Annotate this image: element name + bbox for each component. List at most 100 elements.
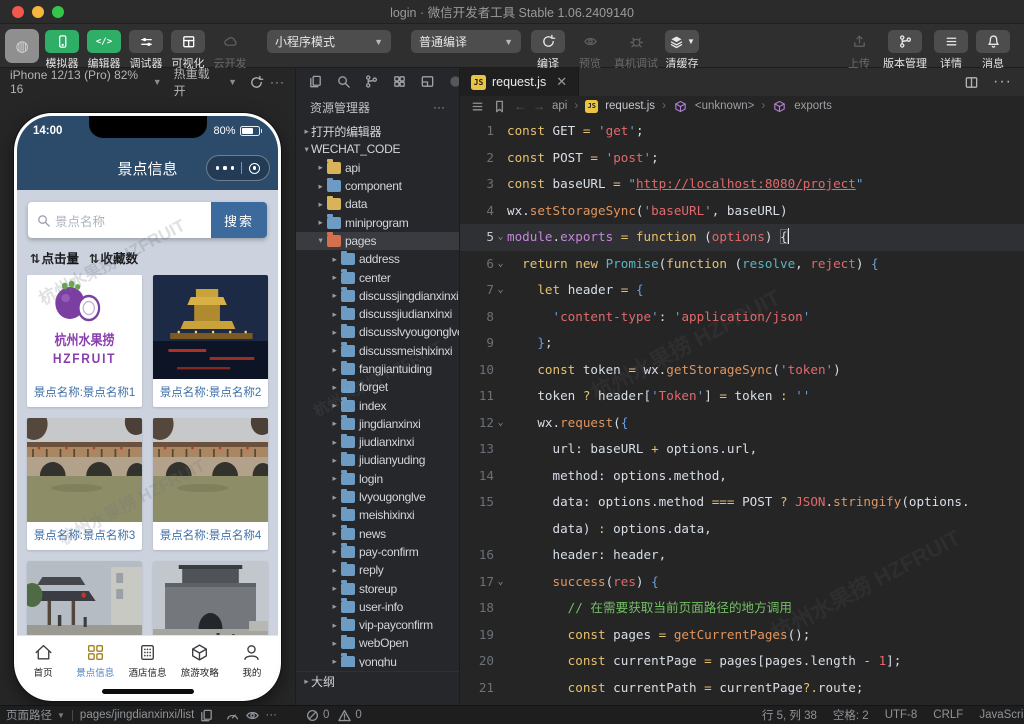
tree-item-storeup[interactable]: ▸storeup <box>296 579 459 597</box>
split-editor-button[interactable] <box>964 75 979 90</box>
toolbar-preview-button[interactable]: 预览 <box>572 30 608 71</box>
code-area[interactable]: 1 const GET = 'get'; 2 const POST = 'pos… <box>460 116 1024 705</box>
fold-chevron-icon[interactable]: ⌄ <box>494 224 507 251</box>
toolbar-simulator-button[interactable]: 模拟器 <box>43 30 81 71</box>
editor-more-button[interactable]: ··· <box>993 73 1012 91</box>
tree-item-打开的编辑器[interactable]: ▸打开的编辑器 <box>296 122 459 140</box>
source-control-icon[interactable] <box>364 74 379 89</box>
fold-chevron-icon[interactable]: ⌄ <box>494 251 507 278</box>
copy-icon[interactable] <box>199 708 214 723</box>
eol-setting[interactable]: CRLF <box>933 709 963 721</box>
nav-back-icon[interactable]: ← <box>514 99 526 113</box>
close-tab-icon[interactable]: ✕ <box>556 74 567 90</box>
tab-我的[interactable]: 我的 <box>226 636 278 685</box>
tree-item-index[interactable]: ▸index <box>296 396 459 414</box>
tree-item-jiudianxinxi[interactable]: ▸jiudianxinxi <box>296 433 459 451</box>
miniprogram-capsule-menu[interactable] <box>206 155 270 181</box>
toolbar-version-manage-button[interactable]: 版本管理 <box>883 30 927 71</box>
compile-mode-select[interactable]: 普通编译▼ <box>411 30 521 53</box>
outline-section[interactable]: ▸大纲 <box>296 671 459 691</box>
tab-酒店信息[interactable]: 酒店信息 <box>121 636 173 685</box>
toolbar-debugger-button[interactable]: 调试器 <box>127 30 165 71</box>
tree-item-data[interactable]: ▸data <box>296 195 459 213</box>
tree-item-login[interactable]: ▸login <box>296 470 459 488</box>
tree-item-webOpen[interactable]: ▸webOpen <box>296 634 459 652</box>
breadcrumb-folder[interactable]: api <box>552 100 567 112</box>
tree-item-fangjiantuiding[interactable]: ▸fangjiantuiding <box>296 360 459 378</box>
tree-item-lvyougonglve[interactable]: ▸lvyougonglve <box>296 488 459 506</box>
sort-link[interactable]: ⇅收藏数 <box>89 248 138 267</box>
visibility-icon[interactable] <box>245 708 260 723</box>
toolbar-upload-button[interactable]: 上传 <box>841 30 877 71</box>
toolbar-details-button[interactable]: 详情 <box>933 30 969 71</box>
toolbar-cloud-dev-button[interactable]: 云开发 <box>211 30 249 71</box>
toolbar-compile-button[interactable]: 编译 <box>530 30 566 71</box>
attraction-card[interactable] <box>27 561 142 635</box>
tree-item-center[interactable]: ▸center <box>296 268 459 286</box>
tree-item-discussmeishixinxi[interactable]: ▸discussmeishixinxi <box>296 342 459 360</box>
sort-link[interactable]: ⇅点击量 <box>30 248 79 267</box>
toolbar-visualizer-button[interactable]: 可视化 <box>169 30 207 71</box>
device-selector[interactable]: iPhone 12/13 (Pro) 82% 16 <box>10 68 147 96</box>
encoding-setting[interactable]: UTF-8 <box>885 709 918 721</box>
attraction-card[interactable]: 景点名称:景点名称4 <box>153 418 268 550</box>
tree-item-api[interactable]: ▸api <box>296 159 459 177</box>
tree-item-miniprogram[interactable]: ▸miniprogram <box>296 213 459 231</box>
search-icon[interactable] <box>336 74 351 89</box>
tree-item-news[interactable]: ▸news <box>296 525 459 543</box>
attraction-card[interactable]: 景点名称:景点名称3 <box>27 418 142 550</box>
cursor-position[interactable]: 行 5, 列 38 <box>762 707 817 723</box>
search-button[interactable]: 搜索 <box>211 202 267 238</box>
breadcrumb-file[interactable]: request.js <box>605 100 655 112</box>
tree-item-WECHAT_CODE[interactable]: ▾WECHAT_CODE <box>296 140 459 158</box>
tree-item-pages[interactable]: ▾pages <box>296 232 459 250</box>
tree-item-jingdianxinxi[interactable]: ▸jingdianxinxi <box>296 415 459 433</box>
tree-item-meishixinxi[interactable]: ▸meishixinxi <box>296 506 459 524</box>
tree-item-forget[interactable]: ▸forget <box>296 378 459 396</box>
tree-item-component[interactable]: ▸component <box>296 177 459 195</box>
tree-item-jiudianyuding[interactable]: ▸jiudianyuding <box>296 451 459 469</box>
statusbar-more-button[interactable]: ··· <box>265 709 277 721</box>
indent-setting[interactable]: 空格: 2 <box>833 707 869 723</box>
attraction-card[interactable]: 杭州水果捞 HZFRUIT 景点名称:景点名称1 <box>27 275 142 407</box>
fold-chevron-icon[interactable]: ⌄ <box>494 277 507 304</box>
tree-item-address[interactable]: ▸address <box>296 250 459 268</box>
tree-item-vip-payconfirm[interactable]: ▸vip-payconfirm <box>296 616 459 634</box>
attraction-card[interactable]: 景点名称:景点名称2 <box>153 275 268 407</box>
page-path-label[interactable]: 页面路径 <box>6 707 52 723</box>
breadcrumb-symbol[interactable]: <unknown> <box>695 100 754 112</box>
tab-request-js[interactable]: JS request.js ✕ <box>460 68 579 96</box>
simulator-refresh-button[interactable] <box>249 75 264 90</box>
toolbar-editor-button[interactable]: </> 编辑器 <box>85 30 123 71</box>
performance-icon[interactable] <box>225 708 240 723</box>
tree-item-discussjingdianxinxi[interactable]: ▸discussjingdianxinxi <box>296 287 459 305</box>
explorer-more-button[interactable]: ··· <box>433 100 445 114</box>
mode-select[interactable]: 小程序模式▼ <box>267 30 391 53</box>
attraction-card[interactable] <box>153 561 268 635</box>
tree-item-reply[interactable]: ▸reply <box>296 561 459 579</box>
outline-toggle-icon[interactable] <box>470 99 485 114</box>
bookmark-icon[interactable] <box>492 99 507 114</box>
hot-reload-toggle[interactable]: 热重载 开 <box>174 68 222 99</box>
nav-forward-icon[interactable]: → <box>533 99 545 113</box>
extensions-icon[interactable] <box>392 74 407 89</box>
capsule-close-icon[interactable] <box>249 163 260 174</box>
tree-item-user-info[interactable]: ▸user-info <box>296 598 459 616</box>
simulator-more-button[interactable]: ··· <box>270 75 285 89</box>
toolbar-clear-cache-button[interactable]: ▼ 清缓存 <box>664 30 700 71</box>
files-explorer-icon[interactable] <box>308 74 323 89</box>
layout-window-icon[interactable] <box>420 74 435 89</box>
tree-item-discussjiudianxinxi[interactable]: ▸discussjiudianxinxi <box>296 305 459 323</box>
breadcrumb-symbol[interactable]: exports <box>794 100 832 112</box>
fold-chevron-icon[interactable]: ⌄ <box>494 410 507 437</box>
toolbar-device-debug-button[interactable]: 真机调试 <box>614 30 658 71</box>
tab-首页[interactable]: 首页 <box>17 636 69 685</box>
npm-icon[interactable] <box>448 74 460 89</box>
tab-旅游攻略[interactable]: 旅游攻略 <box>174 636 226 685</box>
search-input[interactable]: 景点名称 搜索 <box>28 202 267 238</box>
problems-warnings[interactable]: 0 <box>337 708 361 723</box>
toolbar-messages-button[interactable]: 消息 <box>975 30 1011 71</box>
fold-chevron-icon[interactable]: ⌄ <box>494 569 507 596</box>
tab-景点信息[interactable]: 景点信息 <box>69 636 121 685</box>
tree-item-yonghu[interactable]: ▸yonghu <box>296 653 459 667</box>
